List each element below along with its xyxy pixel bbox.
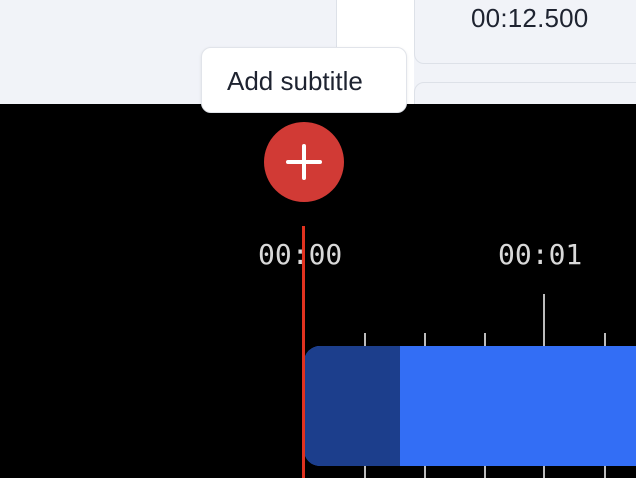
- ruler-tick: [484, 333, 486, 347]
- plus-icon: [286, 144, 322, 180]
- subtitle-editor: 00:12.500 Add subtitle 00:00 00:01: [0, 0, 636, 478]
- end-time-value: 00:12.500: [471, 3, 589, 33]
- subtitle-clip[interactable]: [304, 346, 636, 466]
- timeline[interactable]: 00:00 00:01: [0, 104, 636, 478]
- ruler-tick-major: [543, 294, 545, 346]
- timeline-time-label: 00:00: [258, 238, 343, 271]
- playhead[interactable]: [302, 226, 305, 478]
- add-subtitle-button[interactable]: [264, 122, 344, 202]
- subtitle-clip-selected-region[interactable]: [304, 346, 400, 466]
- ruler-tick: [604, 333, 606, 347]
- tooltip-label: Add subtitle: [227, 66, 363, 96]
- add-subtitle-tooltip: Add subtitle: [201, 47, 407, 113]
- ruler-tick: [424, 333, 426, 347]
- timeline-time-label: 00:01: [498, 238, 583, 271]
- ruler-tick: [364, 333, 366, 347]
- end-time-field[interactable]: 00:12.500: [414, 0, 636, 64]
